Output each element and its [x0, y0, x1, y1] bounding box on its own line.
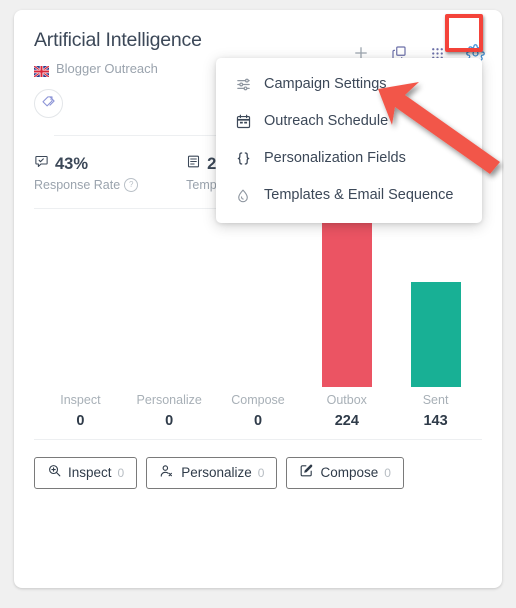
chart-category-label: Personalize	[136, 393, 202, 407]
stat-value: 43%	[55, 155, 89, 173]
menu-item-label: Personalization Fields	[264, 150, 406, 166]
menu-item-label: Outreach Schedule	[264, 113, 389, 129]
menu-item-label: Campaign Settings	[264, 76, 387, 92]
pipeline-bar-chart: Inspect 0 Personalize 0 Compose 0 Outbox 224 Sen…	[14, 209, 502, 439]
chart-bar-column	[302, 223, 391, 387]
compose-label: Compose	[320, 465, 379, 480]
campaign-type-label: Blogger Outreach	[56, 61, 158, 76]
chart-bar-column	[391, 223, 480, 387]
chart-value-label: 143	[423, 413, 448, 429]
chart-x-label-cell: Personalize 0	[125, 392, 214, 431]
compose-count: 0	[384, 466, 391, 480]
personalize-button[interactable]: Personalize 0	[146, 457, 278, 489]
chart-value-label: 0	[165, 413, 174, 429]
chart-value-label: 0	[253, 413, 263, 429]
chart-category-label: Inspect	[60, 393, 101, 407]
braces-icon	[234, 150, 252, 168]
chart-x-labels: Inspect 0 Personalize 0 Compose 0 Outbox 224 Sen…	[36, 392, 480, 431]
chart-bar-column	[214, 223, 303, 387]
personalize-count: 0	[257, 466, 265, 480]
chart-bar-column	[36, 223, 125, 387]
templates-icon	[186, 154, 201, 174]
inspect-count: 0	[117, 466, 125, 480]
chart-value-label: 224	[334, 413, 359, 429]
chart-bar-column	[125, 223, 214, 387]
footer-actions: Inspect 0 Personalize 0 Compose 0	[14, 440, 502, 489]
chart-x-label-cell: Sent 143	[391, 392, 480, 431]
stat-response-rate: 43% Response Rate ?	[34, 154, 139, 192]
inspect-icon	[47, 463, 62, 483]
sliders-icon	[234, 76, 252, 94]
chart-category-label: Outbox	[326, 393, 367, 407]
chart-bars	[36, 223, 480, 387]
inspect-button[interactable]: Inspect 0	[34, 457, 138, 489]
chart-x-label-cell: Compose 0	[214, 392, 303, 431]
chart-value-label: 0	[76, 413, 85, 429]
chart-category-label: Sent	[422, 393, 449, 407]
personalize-icon	[159, 463, 175, 484]
calendar-icon	[234, 113, 252, 131]
tag-icon	[41, 94, 56, 114]
help-icon[interactable]: ?	[124, 178, 139, 192]
response-rate-icon	[34, 154, 49, 174]
chart-category-label: Compose	[231, 393, 285, 407]
uk-flag-icon	[33, 64, 50, 78]
chart-bar[interactable]	[410, 282, 461, 387]
personalize-label: Personalize	[181, 465, 252, 480]
inspect-label: Inspect	[68, 465, 112, 480]
compose-icon	[299, 463, 314, 483]
menu-item-campaign-settings[interactable]: Campaign Settings	[216, 66, 482, 103]
menu-item-label: Templates & Email Sequence	[264, 187, 454, 203]
stat-value: 2	[207, 155, 217, 173]
tag-button[interactable]	[34, 89, 63, 118]
chart-x-label-cell: Inspect 0	[36, 392, 125, 431]
droplet-icon	[234, 187, 252, 205]
stat-label: Response Rate	[34, 178, 121, 192]
chart-bar[interactable]	[321, 223, 372, 387]
campaign-settings-menu: Campaign Settings Outreach Schedule Pers…	[216, 58, 482, 223]
menu-item-outreach-schedule[interactable]: Outreach Schedule	[216, 103, 482, 140]
chart-x-label-cell: Outbox 224	[302, 392, 391, 431]
menu-item-templates-email-sequence[interactable]: Templates & Email Sequence	[216, 177, 482, 214]
menu-item-personalization-fields[interactable]: Personalization Fields	[216, 140, 482, 177]
compose-button[interactable]: Compose 0	[286, 457, 404, 489]
